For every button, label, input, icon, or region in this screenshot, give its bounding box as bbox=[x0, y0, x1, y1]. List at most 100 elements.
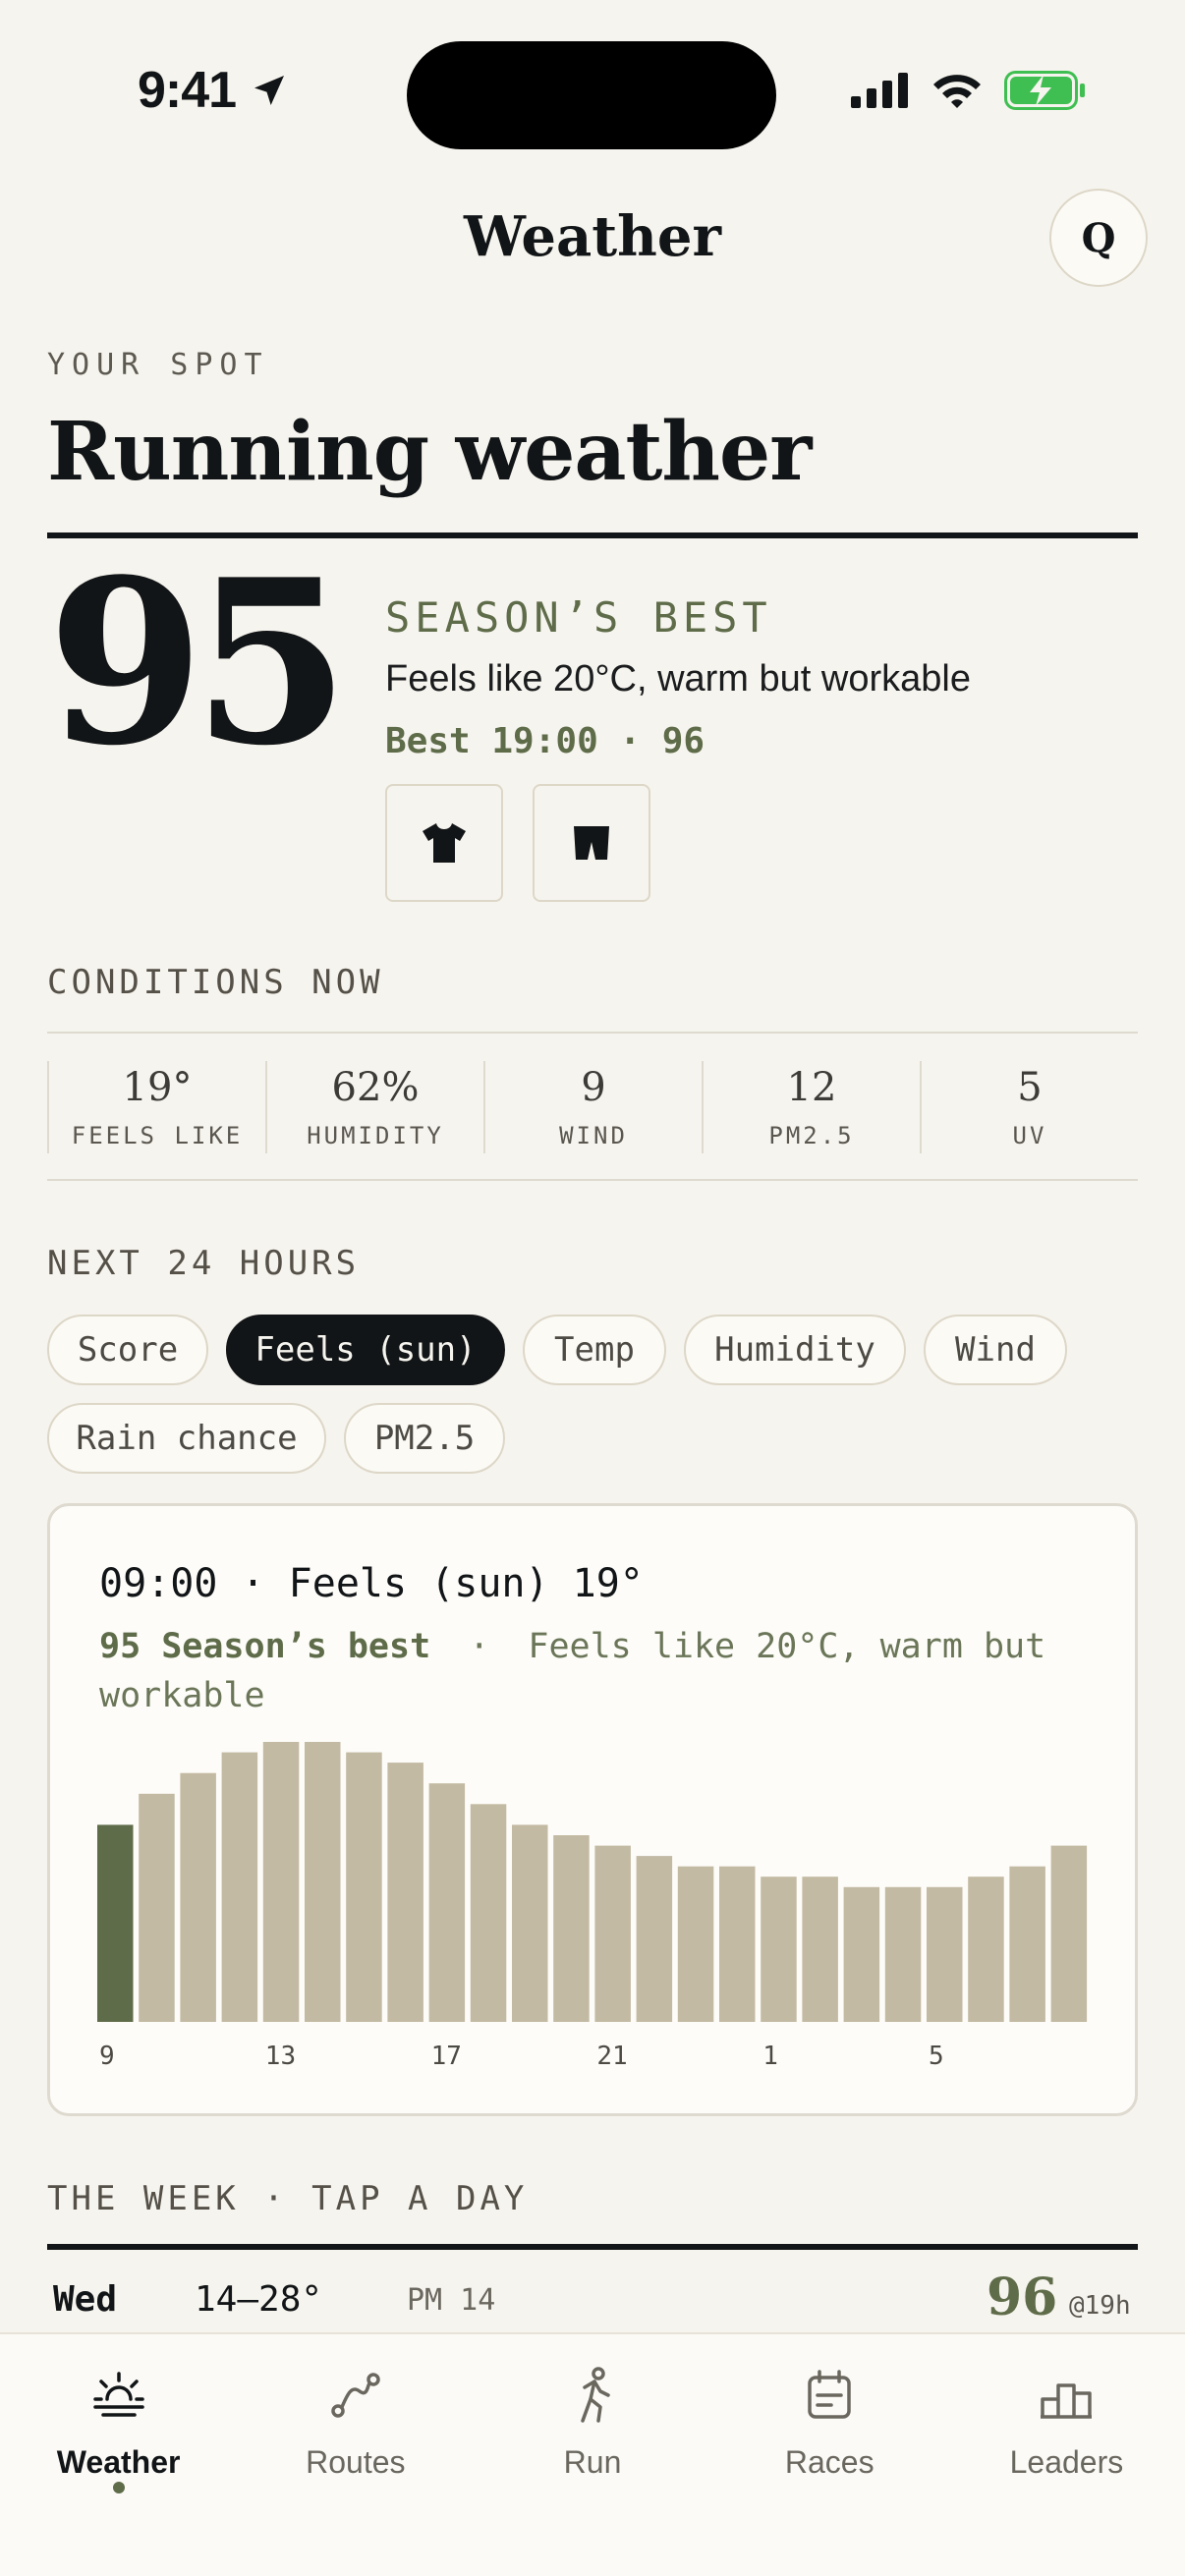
condition-uv: 5 UV bbox=[920, 1061, 1138, 1153]
hour-bar-18[interactable] bbox=[470, 1804, 507, 2022]
clock: 9:41 bbox=[138, 62, 237, 119]
condition-value: 62% bbox=[331, 1065, 420, 1110]
hour-bar-17[interactable] bbox=[428, 1783, 466, 2022]
hour-bar-10[interactable] bbox=[139, 1793, 175, 2022]
status-time: 9:41 bbox=[138, 61, 289, 120]
wifi-icon bbox=[933, 75, 981, 108]
profile-button[interactable]: Q bbox=[1049, 189, 1148, 287]
condition-pm25: 12 PM2.5 bbox=[702, 1061, 920, 1153]
hourly-chart-card: 09:00 · Feels (sun) 19° 95 Season’s best… bbox=[47, 1503, 1138, 2116]
gear-tshirt[interactable] bbox=[385, 784, 503, 902]
chip-rain-chance[interactable]: Rain chance bbox=[47, 1403, 326, 1474]
tab-label: Weather bbox=[56, 2444, 181, 2480]
shorts-icon bbox=[574, 826, 609, 860]
battery-charging-icon bbox=[1004, 71, 1085, 110]
condition-label: FEELS LIKE bbox=[71, 1122, 244, 1149]
hour-bar-20[interactable] bbox=[553, 1835, 590, 2022]
condition-value: 9 bbox=[581, 1065, 606, 1110]
calendar-icon bbox=[798, 2364, 861, 2427]
divider bbox=[47, 2244, 1138, 2250]
next24-label: NEXT 24 HOURS bbox=[47, 1244, 361, 1283]
week-label: THE WEEK · TAP A DAY bbox=[47, 2179, 529, 2218]
divider bbox=[47, 1179, 1138, 1181]
condition-label: HUMIDITY bbox=[307, 1122, 444, 1149]
tab-label: Run bbox=[563, 2444, 622, 2480]
week-day: Wed bbox=[53, 2279, 118, 2320]
condition-wind: 9 WIND bbox=[483, 1061, 702, 1153]
section-eyebrow: YOUR SPOT bbox=[47, 348, 269, 382]
tab-label: Races bbox=[784, 2444, 875, 2480]
hour-bar-7[interactable] bbox=[1009, 1866, 1045, 2022]
condition-label: UV bbox=[1012, 1122, 1047, 1149]
status-bar: 9:41 bbox=[0, 0, 1185, 187]
conditions-label: CONDITIONS NOW bbox=[47, 963, 384, 1002]
hero-title: Running weather bbox=[47, 405, 812, 499]
hour-bar-1[interactable] bbox=[761, 1876, 797, 2022]
condition-label: PM2.5 bbox=[768, 1122, 855, 1149]
hour-bar-14[interactable] bbox=[305, 1742, 341, 2022]
run-score: 95 bbox=[47, 531, 350, 796]
week-pm: PM 14 bbox=[407, 2283, 496, 2318]
tab-run[interactable]: Run bbox=[474, 2334, 710, 2576]
chip-pm25[interactable]: PM2.5 bbox=[344, 1403, 505, 1474]
location-arrow-icon bbox=[254, 76, 285, 105]
x-tick-label: 9 bbox=[99, 2042, 115, 2071]
hour-bar-0[interactable] bbox=[719, 1866, 756, 2022]
cellular-signal-icon bbox=[851, 73, 908, 108]
tab-label: Routes bbox=[306, 2444, 406, 2480]
x-tick-label: 17 bbox=[431, 2042, 462, 2071]
tab-routes[interactable]: Routes bbox=[237, 2334, 474, 2576]
gear-shorts[interactable] bbox=[533, 784, 650, 902]
chip-humidity[interactable]: Humidity bbox=[684, 1315, 906, 1385]
tab-races[interactable]: Races bbox=[711, 2334, 948, 2576]
hour-bar-22[interactable] bbox=[636, 1856, 673, 2022]
x-tick-label: 13 bbox=[265, 2042, 296, 2071]
week-day-row[interactable]: Wed 14–28° PM 14 96 @19h bbox=[47, 2268, 1138, 2338]
chip-score[interactable]: Score bbox=[47, 1315, 208, 1385]
podium-icon bbox=[1035, 2364, 1098, 2427]
tshirt-icon bbox=[423, 823, 466, 863]
condition-value: 5 bbox=[1017, 1065, 1043, 1110]
hour-bar-2[interactable] bbox=[802, 1876, 838, 2022]
hour-bar-12[interactable] bbox=[221, 1752, 258, 2022]
active-tab-indicator bbox=[112, 2482, 125, 2493]
condition-humidity: 62% HUMIDITY bbox=[265, 1061, 483, 1153]
hour-bar-5[interactable] bbox=[927, 1886, 963, 2022]
week-temp-range: 14–28° bbox=[195, 2279, 323, 2320]
tab-leaders[interactable]: Leaders bbox=[948, 2334, 1185, 2576]
hour-bar-13[interactable] bbox=[262, 1742, 300, 2022]
condition-value: 19° bbox=[122, 1065, 193, 1110]
week-best-hour: @19h bbox=[1069, 2291, 1131, 2321]
hour-bar-19[interactable] bbox=[512, 1824, 548, 2022]
hourly-bar-chart[interactable]: 9 13 17 21 1 5 bbox=[50, 1506, 1135, 2113]
tab-label: Leaders bbox=[1009, 2444, 1124, 2480]
condition-value: 12 bbox=[786, 1065, 837, 1110]
runner-icon bbox=[561, 2364, 624, 2427]
x-tick-label: 5 bbox=[929, 2042, 944, 2071]
condition-feels-like: 19° FEELS LIKE bbox=[47, 1061, 265, 1153]
chip-feels-sun[interactable]: Feels (sun) bbox=[226, 1315, 505, 1385]
hour-bar-15[interactable] bbox=[346, 1752, 382, 2022]
hour-bar-11[interactable] bbox=[180, 1772, 216, 2022]
divider bbox=[47, 1032, 1138, 1034]
best-description: Feels like 20°C, warm but workable bbox=[385, 658, 971, 700]
x-tick-label: 21 bbox=[596, 2042, 627, 2071]
tab-weather[interactable]: Weather bbox=[0, 2334, 237, 2576]
hour-bar-9[interactable] bbox=[97, 1824, 134, 2022]
hour-bar-16[interactable] bbox=[387, 1763, 423, 2022]
chip-wind[interactable]: Wind bbox=[924, 1315, 1067, 1385]
condition-label: WIND bbox=[559, 1122, 628, 1149]
hour-bar-6[interactable] bbox=[968, 1876, 1004, 2022]
x-tick-label: 1 bbox=[762, 2042, 778, 2071]
chip-temp[interactable]: Temp bbox=[523, 1315, 666, 1385]
best-label: SEASON’S BEST bbox=[385, 593, 772, 642]
hour-bar-8[interactable] bbox=[1050, 1845, 1088, 2022]
sun-horizon-icon bbox=[87, 2364, 150, 2427]
week-score: 96 bbox=[987, 2268, 1058, 2327]
hour-bar-3[interactable] bbox=[843, 1886, 880, 2022]
route-icon bbox=[324, 2364, 387, 2427]
hour-bar-23[interactable] bbox=[677, 1866, 714, 2022]
page-title: Weather bbox=[464, 204, 721, 269]
hour-bar-4[interactable] bbox=[884, 1886, 922, 2022]
hour-bar-21[interactable] bbox=[594, 1845, 631, 2022]
